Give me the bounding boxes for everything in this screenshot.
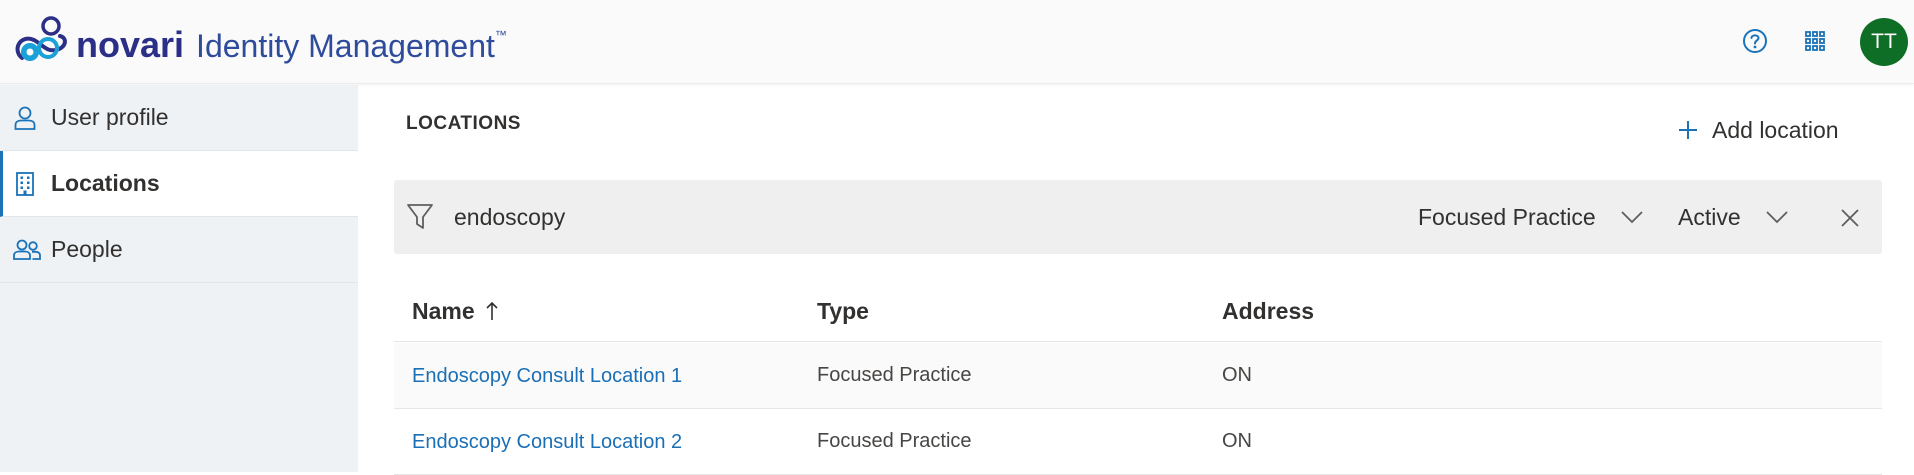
plus-icon bbox=[1679, 121, 1697, 139]
location-name-link[interactable]: Endoscopy Consult Location 1 bbox=[412, 365, 682, 388]
sort-ascending-icon bbox=[486, 301, 498, 320]
column-header-name[interactable]: Name bbox=[412, 298, 499, 325]
brand-title: novari Identity Management ™ bbox=[76, 24, 507, 68]
add-location-label: Add location bbox=[1712, 116, 1839, 143]
sidebar-item-people[interactable]: People bbox=[0, 217, 358, 283]
add-location-button[interactable]: Add location bbox=[1676, 114, 1839, 146]
location-type: Focused Practice bbox=[817, 364, 972, 386]
location-type: Focused Practice bbox=[817, 430, 972, 452]
location-name-link[interactable]: Endoscopy Consult Location 2 bbox=[412, 431, 682, 454]
sidebar-item-locations[interactable]: Locations bbox=[0, 151, 358, 217]
status-filter-value: Active bbox=[1678, 203, 1741, 230]
trademark-symbol: ™ bbox=[494, 28, 507, 42]
app-launcher-icon[interactable] bbox=[1800, 26, 1830, 56]
table-header-row: Name Type Address bbox=[394, 280, 1882, 342]
type-filter-value: Focused Practice bbox=[1418, 203, 1596, 230]
sidebar-item-label: User profile bbox=[51, 104, 169, 130]
brand-name: novari bbox=[76, 24, 185, 65]
page-title: LOCATIONS bbox=[406, 113, 521, 134]
app-header: novari Identity Management ™ TT bbox=[0, 0, 1914, 84]
close-icon[interactable] bbox=[1840, 208, 1860, 228]
search-input[interactable] bbox=[454, 194, 1054, 240]
column-header-label: Name bbox=[412, 298, 475, 324]
sidebar-item-user-profile[interactable]: User profile bbox=[0, 85, 358, 151]
help-icon[interactable] bbox=[1740, 26, 1770, 56]
status-filter-dropdown[interactable]: Active bbox=[1678, 198, 1789, 236]
filter-icon bbox=[407, 204, 433, 229]
chevron-down-icon bbox=[1766, 211, 1788, 224]
people-icon bbox=[13, 239, 41, 260]
location-address: ON bbox=[1222, 430, 1252, 452]
table-row[interactable]: Endoscopy Consult Location 2 Focused Pra… bbox=[394, 409, 1882, 475]
chevron-down-icon bbox=[1621, 211, 1643, 224]
building-icon bbox=[16, 172, 34, 196]
sidebar-item-label: People bbox=[51, 236, 123, 262]
sidebar: User profile Locations People bbox=[0, 85, 358, 472]
location-address: ON bbox=[1222, 364, 1252, 386]
filter-bar: Focused Practice Active bbox=[394, 180, 1882, 254]
product-name: Identity Management bbox=[196, 28, 495, 64]
table-row[interactable]: Endoscopy Consult Location 1 Focused Pra… bbox=[394, 343, 1882, 409]
column-header-type[interactable]: Type bbox=[817, 298, 869, 325]
column-header-address[interactable]: Address bbox=[1222, 298, 1314, 325]
person-icon bbox=[14, 106, 36, 130]
sidebar-item-label: Locations bbox=[51, 170, 160, 196]
type-filter-dropdown[interactable]: Focused Practice bbox=[1418, 198, 1644, 236]
user-avatar[interactable]: TT bbox=[1860, 18, 1908, 66]
novari-logo-icon bbox=[15, 16, 67, 61]
